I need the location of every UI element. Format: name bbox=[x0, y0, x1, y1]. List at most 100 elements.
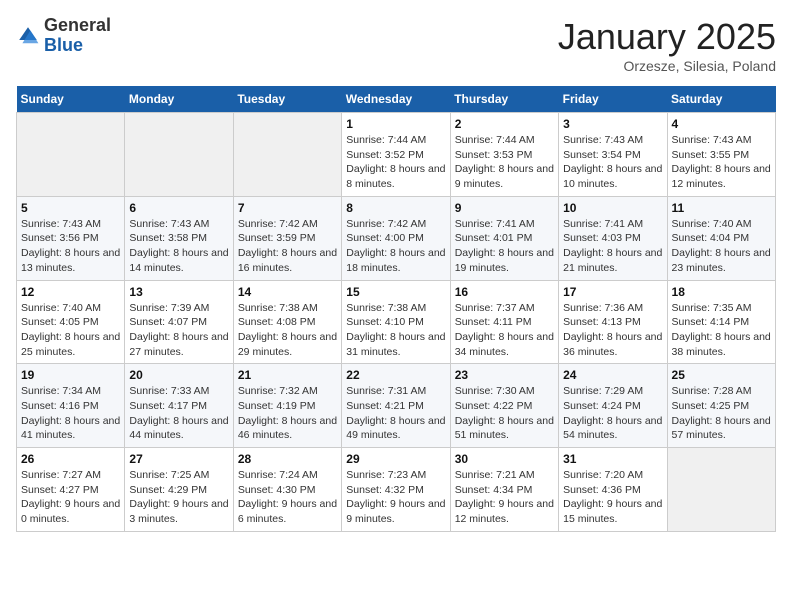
weekday-header-saturday: Saturday bbox=[667, 86, 775, 113]
calendar-cell: 2 Sunrise: 7:44 AM Sunset: 3:53 PM Daylig… bbox=[450, 113, 558, 197]
weekday-header-thursday: Thursday bbox=[450, 86, 558, 113]
calendar-row-1: 5Sunrise: 7:43 AM Sunset: 3:56 PM Daylig… bbox=[17, 196, 776, 280]
calendar-cell: 22 Sunrise: 7:31 AM Sunset: 4:21 PM Dayli… bbox=[342, 364, 450, 448]
calendar-cell: 27 Sunrise: 7:25 AM Sunset: 4:29 PM Dayli… bbox=[125, 448, 233, 532]
calendar-cell: 25 Sunrise: 7:28 AM Sunset: 4:25 PM Dayli… bbox=[667, 364, 775, 448]
calendar-cell: 18Sunrise: 7:35 AM Sunset: 4:14 PM Dayli… bbox=[667, 280, 775, 364]
calendar-cell: 26Sunrise: 7:27 AM Sunset: 4:27 PM Dayli… bbox=[17, 448, 125, 532]
calendar-cell: 29Sunrise: 7:23 AM Sunset: 4:32 PM Dayli… bbox=[342, 448, 450, 532]
weekday-header-row: SundayMondayTuesdayWednesdayThursdayFrid… bbox=[17, 86, 776, 113]
logo-general-text: General bbox=[44, 15, 111, 35]
logo: General Blue bbox=[16, 16, 111, 56]
calendar-cell: 1 Sunrise: 7:44 AM Sunset: 3:52 PM Daylig… bbox=[342, 113, 450, 197]
calendar-cell: 3 Sunrise: 7:43 AM Sunset: 3:54 PM Daylig… bbox=[559, 113, 667, 197]
day-number: 11 bbox=[672, 201, 771, 215]
day-info: Sunrise: 7:42 AM Sunset: 4:00 PM Dayligh… bbox=[346, 217, 445, 276]
day-info: Sunrise: 7:34 AM Sunset: 4:16 PM Dayligh… bbox=[21, 384, 120, 443]
calendar-cell bbox=[667, 448, 775, 532]
calendar-cell: 19 Sunrise: 7:34 AM Sunset: 4:16 PM Dayli… bbox=[17, 364, 125, 448]
calendar-cell: 30Sunrise: 7:21 AM Sunset: 4:34 PM Dayli… bbox=[450, 448, 558, 532]
day-number: 28 bbox=[238, 452, 337, 466]
day-info: Sunrise: 7:43 AM Sunset: 3:56 PM Dayligh… bbox=[21, 217, 120, 276]
calendar-cell: 7Sunrise: 7:42 AM Sunset: 3:59 PM Daylig… bbox=[233, 196, 341, 280]
day-number: 1 bbox=[346, 117, 445, 131]
day-info: Sunrise: 7:37 AM Sunset: 4:11 PM Dayligh… bbox=[455, 301, 554, 360]
calendar-cell: 11 Sunrise: 7:40 AM Sunset: 4:04 PM Dayli… bbox=[667, 196, 775, 280]
calendar-cell: 6Sunrise: 7:43 AM Sunset: 3:58 PM Daylig… bbox=[125, 196, 233, 280]
calendar-cell: 9Sunrise: 7:41 AM Sunset: 4:01 PM Daylig… bbox=[450, 196, 558, 280]
day-number: 3 bbox=[563, 117, 662, 131]
calendar-cell: 31Sunrise: 7:20 AM Sunset: 4:36 PM Dayli… bbox=[559, 448, 667, 532]
day-info: Sunrise: 7:29 AM Sunset: 4:24 PM Dayligh… bbox=[563, 384, 662, 443]
weekday-header-monday: Monday bbox=[125, 86, 233, 113]
day-info: Sunrise: 7:24 AM Sunset: 4:30 PM Dayligh… bbox=[238, 468, 337, 527]
day-info: Sunrise: 7:35 AM Sunset: 4:14 PM Dayligh… bbox=[672, 301, 771, 360]
calendar-row-3: 19 Sunrise: 7:34 AM Sunset: 4:16 PM Dayli… bbox=[17, 364, 776, 448]
day-number: 12 bbox=[21, 285, 120, 299]
day-number: 2 bbox=[455, 117, 554, 131]
calendar-row-4: 26Sunrise: 7:27 AM Sunset: 4:27 PM Dayli… bbox=[17, 448, 776, 532]
calendar-cell: 20Sunrise: 7:33 AM Sunset: 4:17 PM Dayli… bbox=[125, 364, 233, 448]
day-number: 8 bbox=[346, 201, 445, 215]
day-number: 30 bbox=[455, 452, 554, 466]
header: General Blue January 2025 Orzesze, Siles… bbox=[16, 16, 776, 74]
calendar-cell bbox=[233, 113, 341, 197]
calendar-cell: 17 Sunrise: 7:36 AM Sunset: 4:13 PM Dayli… bbox=[559, 280, 667, 364]
day-info: Sunrise: 7:23 AM Sunset: 4:32 PM Dayligh… bbox=[346, 468, 445, 527]
calendar-cell bbox=[17, 113, 125, 197]
calendar-cell bbox=[125, 113, 233, 197]
day-number: 10 bbox=[563, 201, 662, 215]
day-number: 4 bbox=[672, 117, 771, 131]
month-title: January 2025 bbox=[558, 16, 776, 58]
calendar-row-0: 1 Sunrise: 7:44 AM Sunset: 3:52 PM Daylig… bbox=[17, 113, 776, 197]
day-number: 26 bbox=[21, 452, 120, 466]
day-info: Sunrise: 7:42 AM Sunset: 3:59 PM Dayligh… bbox=[238, 217, 337, 276]
calendar-cell: 8 Sunrise: 7:42 AM Sunset: 4:00 PM Daylig… bbox=[342, 196, 450, 280]
logo-icon bbox=[16, 24, 40, 48]
day-info: Sunrise: 7:40 AM Sunset: 4:05 PM Dayligh… bbox=[21, 301, 120, 360]
location-subtitle: Orzesze, Silesia, Poland bbox=[558, 58, 776, 74]
day-info: Sunrise: 7:43 AM Sunset: 3:54 PM Dayligh… bbox=[563, 133, 662, 192]
day-info: Sunrise: 7:41 AM Sunset: 4:03 PM Dayligh… bbox=[563, 217, 662, 276]
day-info: Sunrise: 7:25 AM Sunset: 4:29 PM Dayligh… bbox=[129, 468, 228, 527]
day-info: Sunrise: 7:28 AM Sunset: 4:25 PM Dayligh… bbox=[672, 384, 771, 443]
title-area: January 2025 Orzesze, Silesia, Poland bbox=[558, 16, 776, 74]
day-number: 17 bbox=[563, 285, 662, 299]
calendar-cell: 4Sunrise: 7:43 AM Sunset: 3:55 PM Daylig… bbox=[667, 113, 775, 197]
calendar-cell: 23 Sunrise: 7:30 AM Sunset: 4:22 PM Dayli… bbox=[450, 364, 558, 448]
day-info: Sunrise: 7:44 AM Sunset: 3:53 PM Dayligh… bbox=[455, 133, 554, 192]
calendar-cell: 28 Sunrise: 7:24 AM Sunset: 4:30 PM Dayli… bbox=[233, 448, 341, 532]
day-info: Sunrise: 7:38 AM Sunset: 4:08 PM Dayligh… bbox=[238, 301, 337, 360]
logo-blue-text: Blue bbox=[44, 35, 83, 55]
day-number: 19 bbox=[21, 368, 120, 382]
calendar-cell: 16Sunrise: 7:37 AM Sunset: 4:11 PM Dayli… bbox=[450, 280, 558, 364]
day-number: 24 bbox=[563, 368, 662, 382]
day-info: Sunrise: 7:36 AM Sunset: 4:13 PM Dayligh… bbox=[563, 301, 662, 360]
day-info: Sunrise: 7:30 AM Sunset: 4:22 PM Dayligh… bbox=[455, 384, 554, 443]
day-number: 23 bbox=[455, 368, 554, 382]
day-number: 22 bbox=[346, 368, 445, 382]
day-info: Sunrise: 7:44 AM Sunset: 3:52 PM Dayligh… bbox=[346, 133, 445, 192]
day-number: 13 bbox=[129, 285, 228, 299]
weekday-header-tuesday: Tuesday bbox=[233, 86, 341, 113]
calendar-cell: 15Sunrise: 7:38 AM Sunset: 4:10 PM Dayli… bbox=[342, 280, 450, 364]
calendar-cell: 13 Sunrise: 7:39 AM Sunset: 4:07 PM Dayli… bbox=[125, 280, 233, 364]
day-info: Sunrise: 7:31 AM Sunset: 4:21 PM Dayligh… bbox=[346, 384, 445, 443]
day-info: Sunrise: 7:38 AM Sunset: 4:10 PM Dayligh… bbox=[346, 301, 445, 360]
calendar-cell: 10 Sunrise: 7:41 AM Sunset: 4:03 PM Dayli… bbox=[559, 196, 667, 280]
calendar-cell: 5Sunrise: 7:43 AM Sunset: 3:56 PM Daylig… bbox=[17, 196, 125, 280]
calendar-table: SundayMondayTuesdayWednesdayThursdayFrid… bbox=[16, 86, 776, 532]
day-number: 21 bbox=[238, 368, 337, 382]
day-info: Sunrise: 7:40 AM Sunset: 4:04 PM Dayligh… bbox=[672, 217, 771, 276]
calendar-cell: 24 Sunrise: 7:29 AM Sunset: 4:24 PM Dayli… bbox=[559, 364, 667, 448]
day-info: Sunrise: 7:39 AM Sunset: 4:07 PM Dayligh… bbox=[129, 301, 228, 360]
day-number: 27 bbox=[129, 452, 228, 466]
weekday-header-friday: Friday bbox=[559, 86, 667, 113]
day-number: 31 bbox=[563, 452, 662, 466]
weekday-header-wednesday: Wednesday bbox=[342, 86, 450, 113]
day-number: 6 bbox=[129, 201, 228, 215]
day-number: 25 bbox=[672, 368, 771, 382]
calendar-cell: 14 Sunrise: 7:38 AM Sunset: 4:08 PM Dayli… bbox=[233, 280, 341, 364]
day-number: 14 bbox=[238, 285, 337, 299]
calendar-row-2: 12 Sunrise: 7:40 AM Sunset: 4:05 PM Dayli… bbox=[17, 280, 776, 364]
